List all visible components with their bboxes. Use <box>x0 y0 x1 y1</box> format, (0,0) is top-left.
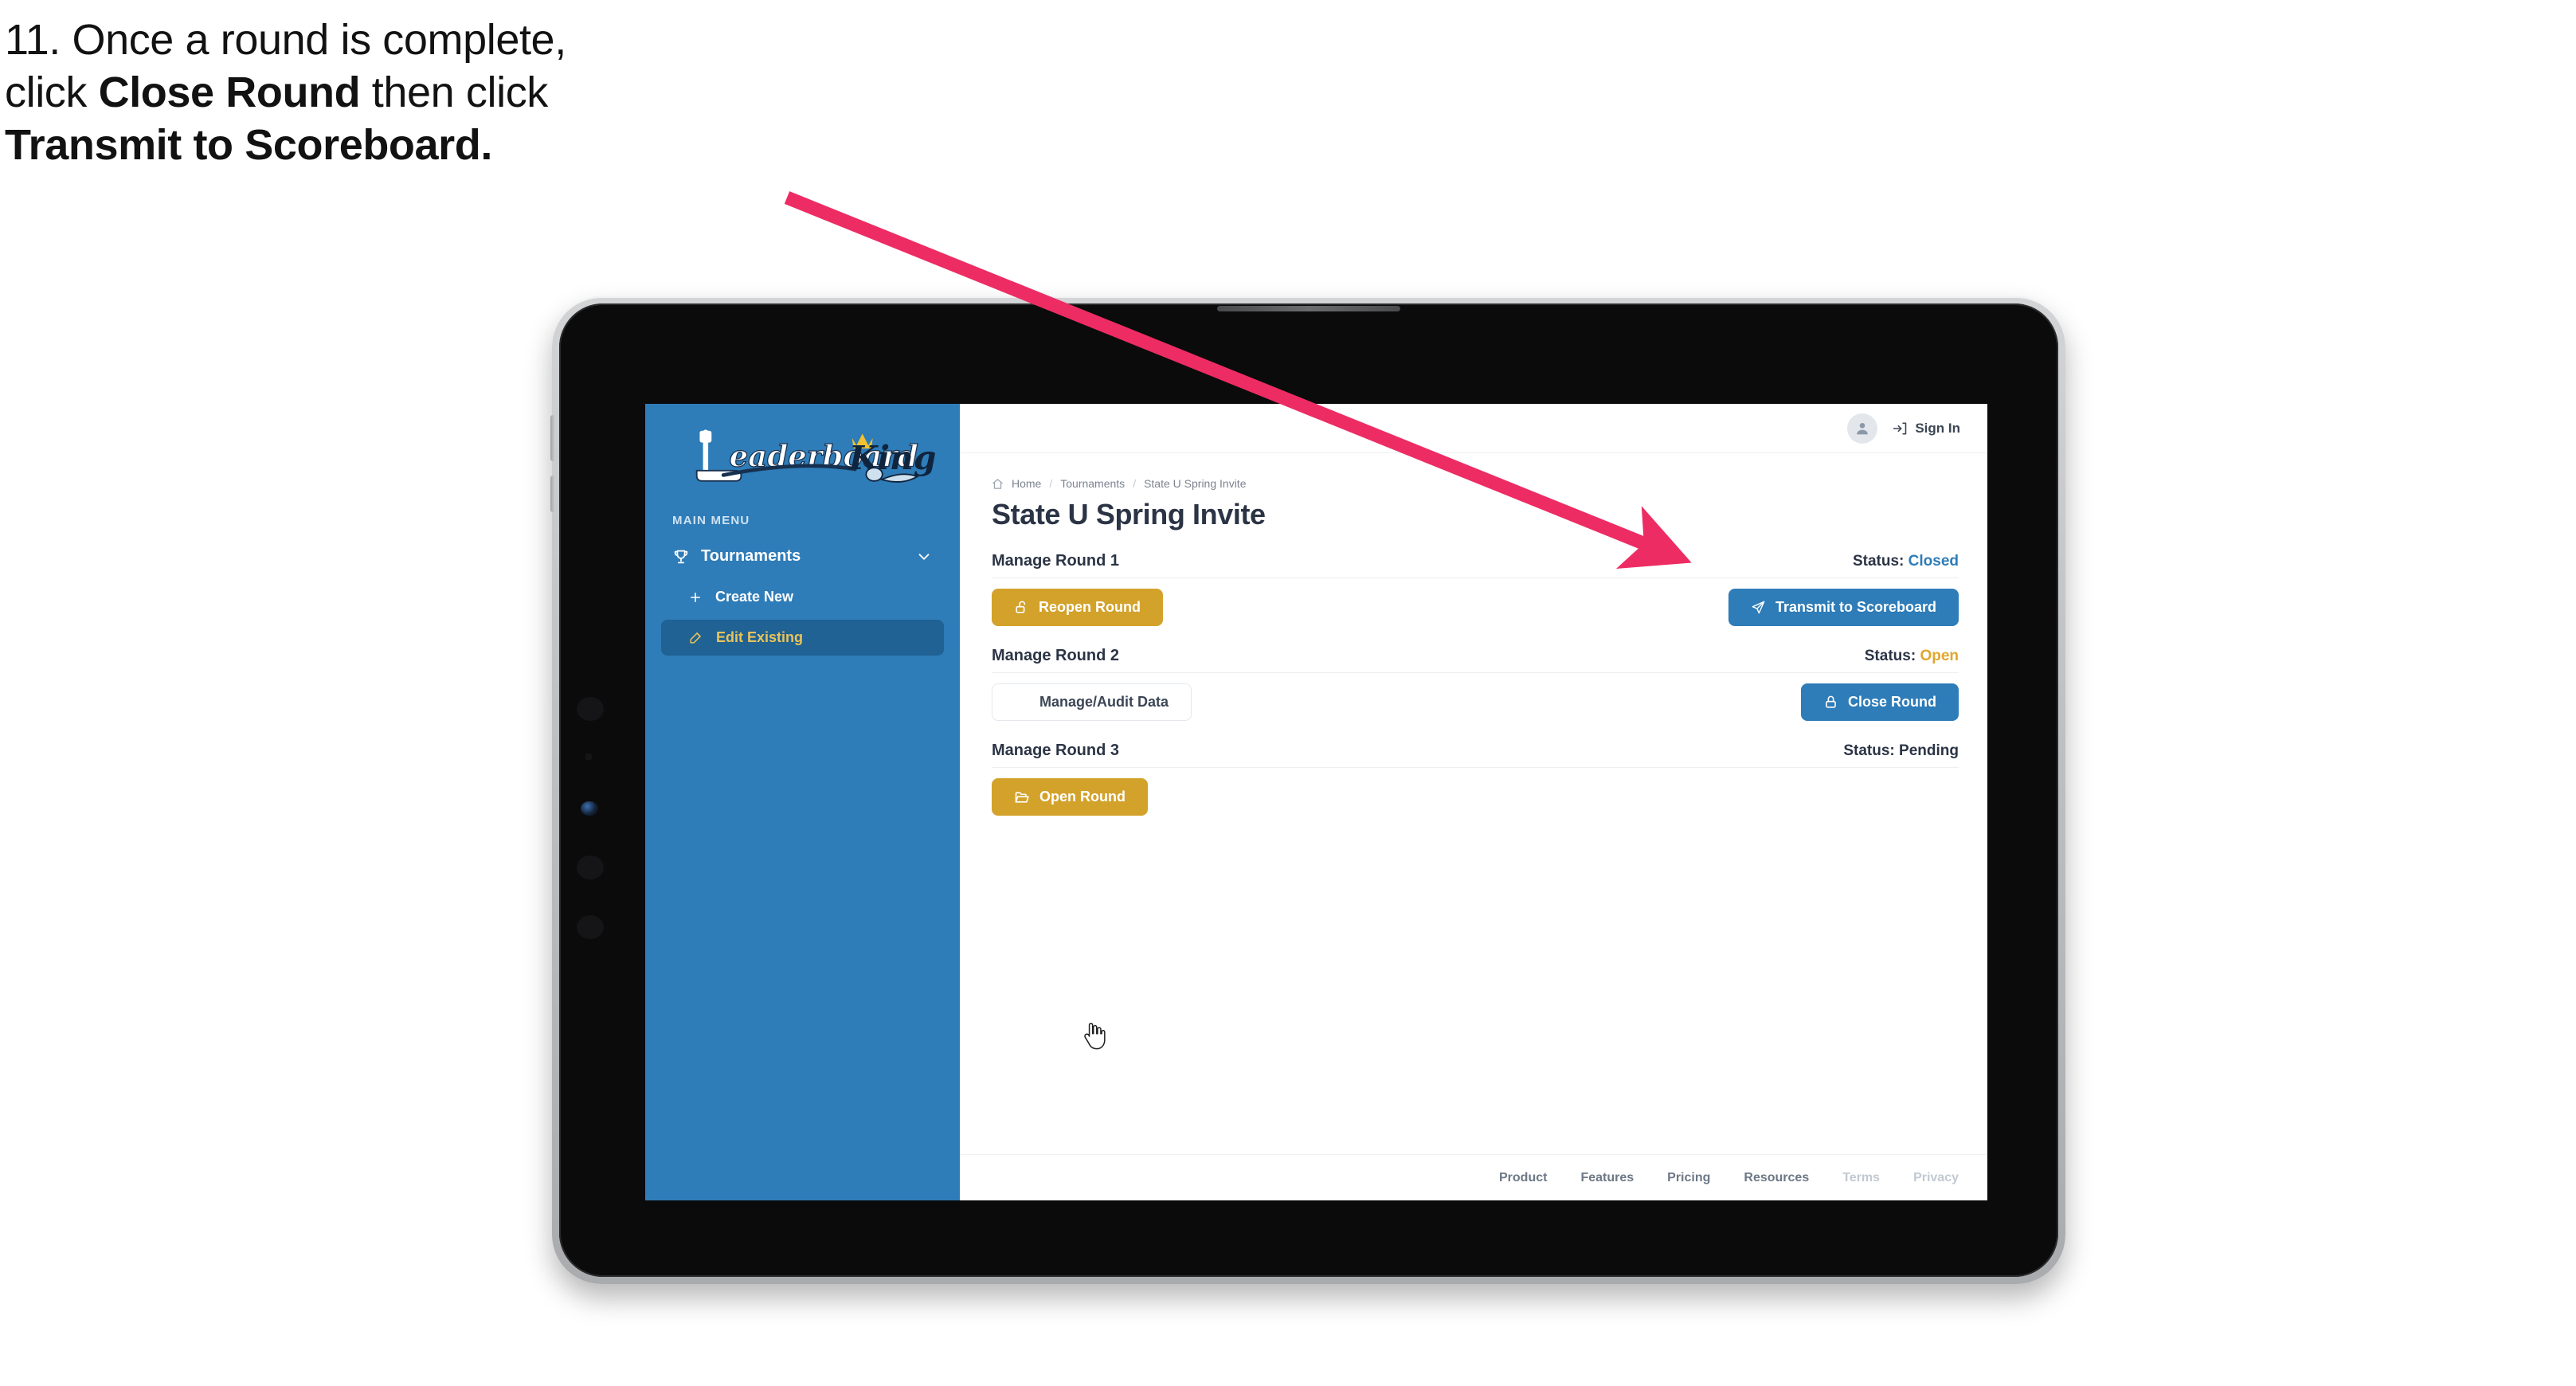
round-3-status-value: Pending <box>1899 742 1959 759</box>
open-round-label: Open Round <box>1039 789 1126 805</box>
round-2-title: Manage Round 2 <box>992 647 1120 664</box>
lock-icon <box>1823 695 1838 710</box>
avatar[interactable] <box>1847 413 1878 444</box>
footer: Product Features Pricing Resources Terms… <box>960 1154 1987 1200</box>
tablet-screen: eaderboard King MAIN MENU Tournaments Cr… <box>645 404 1987 1200</box>
content-area: Home / Tournaments / State U Spring Invi… <box>960 453 1987 1154</box>
sidebar-item-tournaments-label: Tournaments <box>701 547 801 565</box>
sidebar-item-tournaments[interactable]: Tournaments <box>661 538 944 574</box>
home-icon[interactable] <box>992 478 1004 490</box>
caption-line2-post: then click <box>360 68 549 116</box>
sidebar-item-create-new[interactable]: Create New <box>661 579 944 615</box>
tablet-side-button-top[interactable] <box>550 415 555 461</box>
footer-link-product[interactable]: Product <box>1499 1171 1547 1185</box>
round-2-divider <box>992 672 1959 673</box>
instruction-caption: 11. Once a round is complete, click Clos… <box>5 14 881 172</box>
round-2-status-value: Open <box>1920 648 1959 664</box>
manage-audit-data-button[interactable]: Manage/Audit Data <box>992 683 1192 721</box>
transmit-to-scoreboard-label: Transmit to Scoreboard <box>1775 599 1936 615</box>
sidebar-item-create-new-label: Create New <box>715 589 794 605</box>
transmit-to-scoreboard-button[interactable]: Transmit to Scoreboard <box>1728 589 1959 626</box>
sidebar-section-label: MAIN MENU <box>672 514 750 527</box>
sign-in-arrow-icon <box>1892 421 1908 437</box>
round-1-title: Manage Round 1 <box>992 552 1120 570</box>
trophy-icon <box>672 548 690 566</box>
caption-line2-bold: Close Round <box>98 68 361 116</box>
reopen-round-label: Reopen Round <box>1039 599 1141 615</box>
sidebar: eaderboard King MAIN MENU Tournaments Cr… <box>645 404 960 1200</box>
caption-line-3: Transmit to Scoreboard. <box>5 120 492 169</box>
unlock-icon <box>1014 600 1029 615</box>
tablet-micro-sensor <box>585 754 592 760</box>
plus-icon <box>688 590 703 605</box>
manage-audit-data-label: Manage/Audit Data <box>1039 694 1169 710</box>
sidebar-item-edit-existing[interactable]: Edit Existing <box>661 620 944 656</box>
round-1-status-value: Closed <box>1908 553 1959 570</box>
round-section-3: Manage Round 3 Status: Pending Open Roun… <box>992 742 1959 816</box>
tablet-side-button-bottom[interactable] <box>550 476 555 512</box>
tablet-device-frame: eaderboard King MAIN MENU Tournaments Cr… <box>550 296 2065 1284</box>
app-logo[interactable]: eaderboard King <box>645 413 960 496</box>
caption-line-2: click Close Round then click <box>5 67 881 119</box>
pencil-square-icon <box>688 630 703 645</box>
tablet-camera-2 <box>577 855 604 879</box>
svg-text:King: King <box>848 439 936 477</box>
page-title: State U Spring Invite <box>992 498 1266 531</box>
sign-in-button[interactable]: Sign In <box>1892 421 1960 437</box>
footer-link-terms[interactable]: Terms <box>1842 1171 1880 1185</box>
round-1-header: Manage Round 1 Status: Closed <box>992 552 1959 570</box>
footer-link-privacy[interactable]: Privacy <box>1913 1171 1959 1185</box>
round-3-header: Manage Round 3 Status: Pending <box>992 742 1959 760</box>
send-icon <box>1751 600 1766 615</box>
round-1-status-label: Status: <box>1852 553 1905 570</box>
round-1-status: Status: Closed <box>1853 553 1959 570</box>
folder-open-icon <box>1014 789 1030 805</box>
round-2-status-label: Status: <box>1864 648 1916 664</box>
table-grid-icon <box>1015 695 1030 710</box>
leaderboard-king-logo-icon: eaderboard King <box>695 429 936 483</box>
round-3-actions: Open Round <box>992 778 1959 816</box>
breadcrumb-item-tournaments[interactable]: Tournaments <box>1060 477 1125 490</box>
caption-line2-pre: click <box>5 68 99 116</box>
mouse-cursor-hand-icon <box>1084 1022 1106 1050</box>
round-3-status: Status: Pending <box>1843 742 1959 760</box>
screenshot-root: 11. Once a round is complete, click Clos… <box>0 0 2576 1386</box>
round-3-title: Manage Round 3 <box>992 742 1120 759</box>
footer-link-features[interactable]: Features <box>1580 1171 1634 1185</box>
breadcrumb-separator-2: / <box>1133 477 1137 490</box>
tablet-camera <box>577 697 604 721</box>
user-avatar-icon <box>1857 422 1869 434</box>
breadcrumb-item-current: State U Spring Invite <box>1144 477 1247 490</box>
main-panel: Sign In Home / Tournaments / State U Spr… <box>960 404 1987 1200</box>
breadcrumb-separator-1: / <box>1049 477 1053 490</box>
sidebar-item-edit-existing-label: Edit Existing <box>716 629 804 645</box>
tablet-camera-3 <box>577 915 604 939</box>
close-round-label: Close Round <box>1848 694 1936 710</box>
top-bar: Sign In <box>960 404 1987 453</box>
reopen-round-button[interactable]: Reopen Round <box>992 589 1163 626</box>
round-2-header: Manage Round 2 Status: Open <box>992 647 1959 665</box>
sign-in-label: Sign In <box>1915 420 1960 436</box>
round-section-1: Manage Round 1 Status: Closed Reopen Rou… <box>992 552 1959 626</box>
round-section-2: Manage Round 2 Status: Open Manage/Audit… <box>992 647 1959 721</box>
tablet-bezel: eaderboard King MAIN MENU Tournaments Cr… <box>550 303 2058 1277</box>
caption-line-1: 11. Once a round is complete, <box>5 16 566 64</box>
tablet-top-speaker <box>1217 306 1400 311</box>
round-3-status-label: Status: <box>1843 742 1895 759</box>
round-1-actions: Reopen Round Transmit to Scoreboard <box>992 589 1959 626</box>
tablet-lens <box>581 801 598 816</box>
chevron-down-icon[interactable] <box>915 548 933 566</box>
close-round-button[interactable]: Close Round <box>1801 683 1959 721</box>
round-2-actions: Manage/Audit Data Close Round <box>992 683 1959 721</box>
round-2-status: Status: Open <box>1865 648 1959 665</box>
footer-link-resources[interactable]: Resources <box>1744 1171 1809 1185</box>
breadcrumb-item-home[interactable]: Home <box>1012 477 1041 490</box>
round-3-divider <box>992 767 1959 768</box>
footer-link-pricing[interactable]: Pricing <box>1667 1171 1710 1185</box>
breadcrumb: Home / Tournaments / State U Spring Invi… <box>992 477 1959 490</box>
open-round-button[interactable]: Open Round <box>992 778 1148 816</box>
